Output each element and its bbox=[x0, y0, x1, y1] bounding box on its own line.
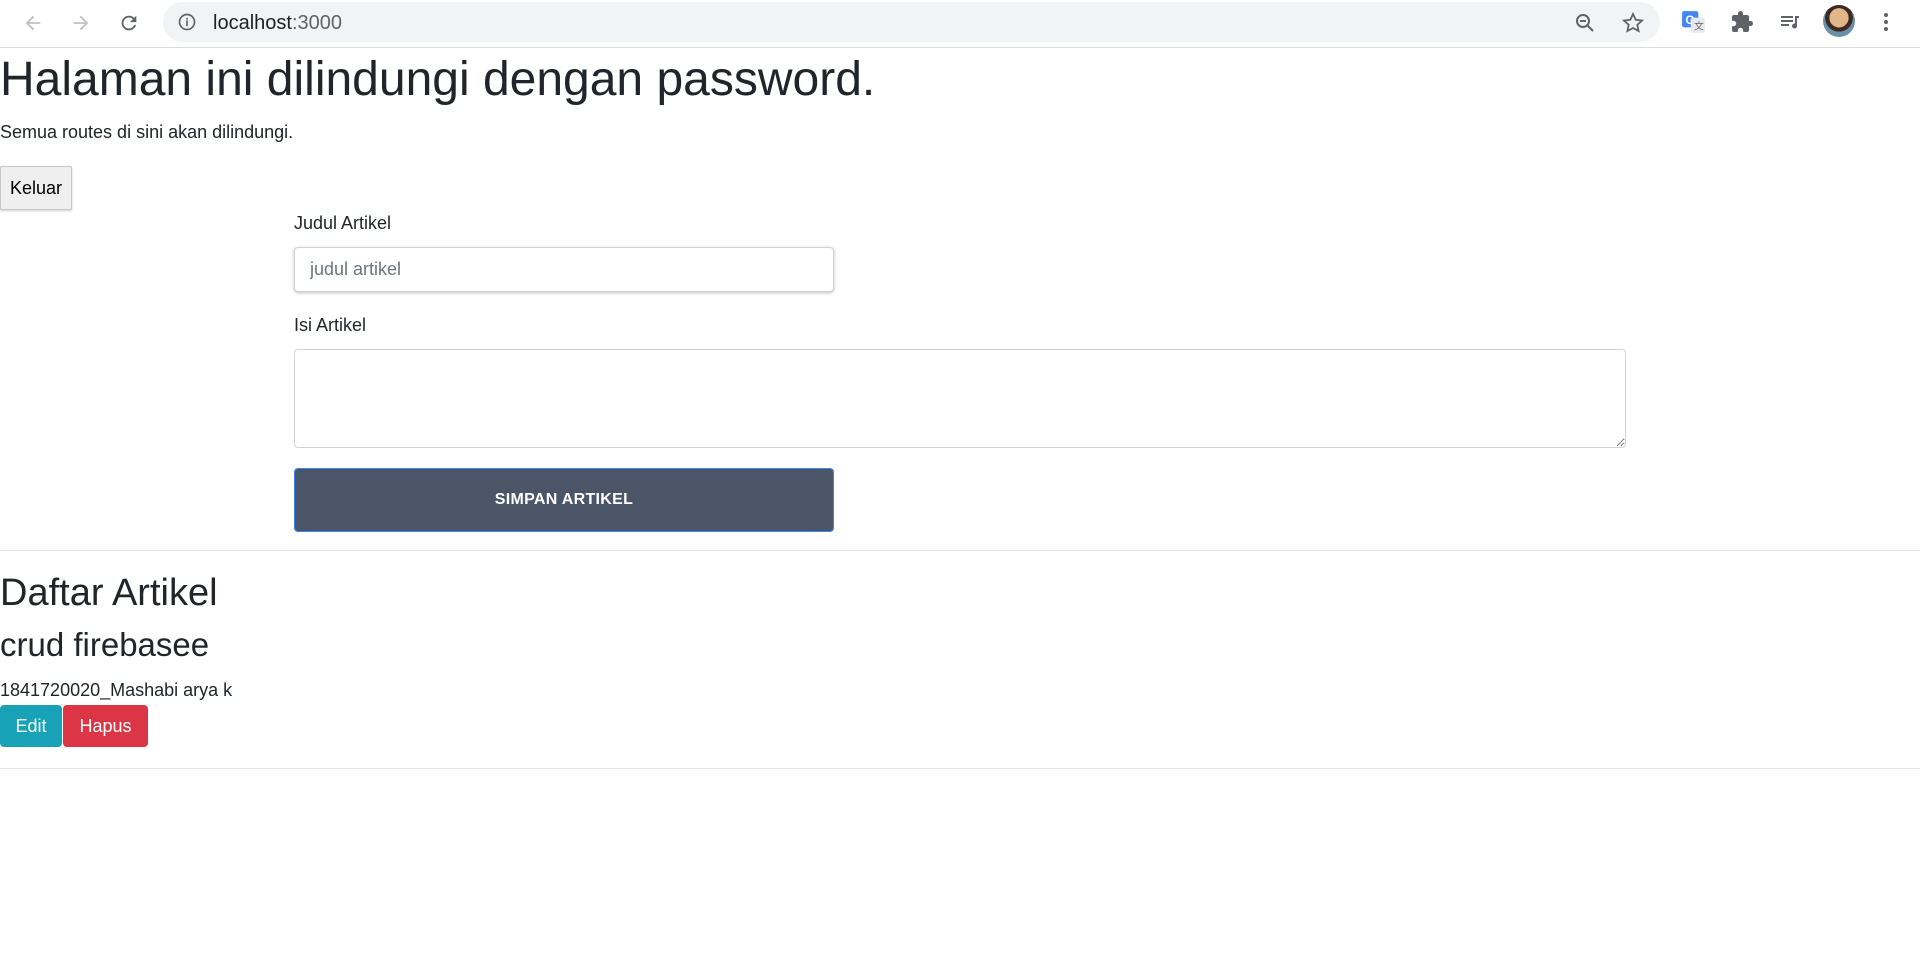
body-field-label: Isi Artikel bbox=[294, 315, 367, 335]
reload-icon[interactable] bbox=[112, 6, 146, 40]
edit-button[interactable]: Edit bbox=[0, 705, 62, 747]
article-body-textarea[interactable] bbox=[294, 349, 1626, 448]
profile-avatar[interactable] bbox=[1823, 5, 1855, 37]
star-icon[interactable] bbox=[1621, 11, 1645, 35]
save-article-button[interactable]: SIMPAN ARTIKEL bbox=[294, 468, 834, 532]
article-list-heading: Daftar Artikel bbox=[0, 572, 218, 614]
article-title: crud firebasee bbox=[0, 626, 210, 663]
logout-button[interactable]: Keluar bbox=[0, 166, 73, 210]
title-field-label: Judul Artikel bbox=[294, 213, 392, 233]
url-text: localhost:3000 bbox=[213, 12, 342, 34]
browser-toolbar: localhost:3000 G文 bbox=[0, 0, 1920, 48]
page-subtitle: Semua routes di sini akan dilindungi. bbox=[0, 122, 294, 142]
page-title: Halaman ini dilindungi dengan password. bbox=[0, 53, 876, 106]
media-control-icon[interactable] bbox=[1776, 8, 1804, 36]
zoom-icon[interactable] bbox=[1573, 11, 1597, 35]
google-translate-icon[interactable]: G文 bbox=[1680, 8, 1708, 36]
back-arrow-icon[interactable] bbox=[16, 6, 50, 40]
address-bar[interactable]: localhost:3000 bbox=[163, 2, 1660, 42]
article-title-input[interactable] bbox=[294, 247, 834, 292]
article-body: 1841720020_Mashabi arya k bbox=[0, 680, 233, 700]
svg-text:文: 文 bbox=[1694, 20, 1704, 33]
delete-button[interactable]: Hapus bbox=[63, 705, 148, 747]
menu-dots-icon[interactable] bbox=[1872, 8, 1900, 36]
divider bbox=[0, 550, 1920, 551]
extensions-icon[interactable] bbox=[1728, 8, 1756, 36]
forward-arrow-icon[interactable] bbox=[64, 6, 98, 40]
divider bbox=[0, 768, 1920, 769]
info-icon[interactable] bbox=[177, 12, 197, 37]
